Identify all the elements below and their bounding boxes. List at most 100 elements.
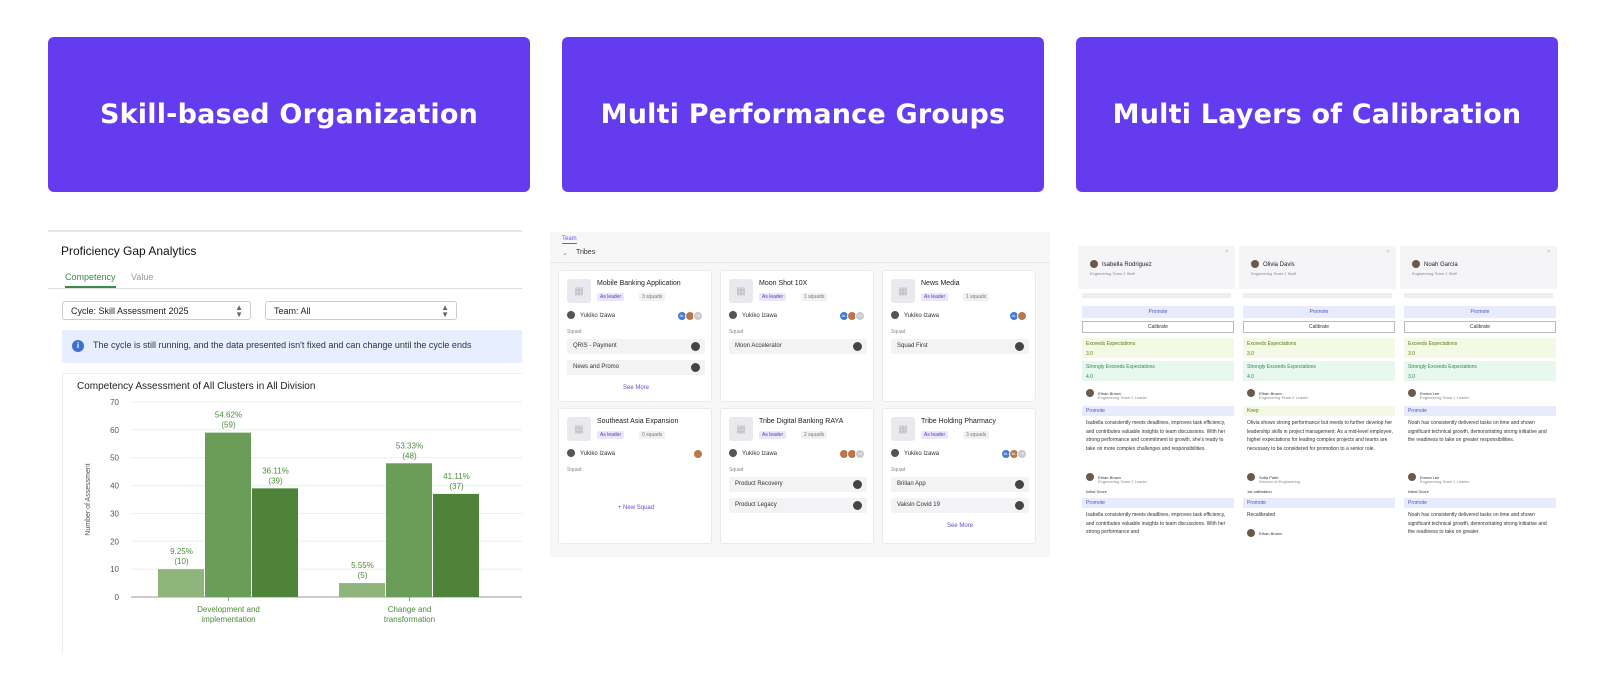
- tribe-name: Mobile Banking Application: [597, 280, 681, 287]
- team-select-value: Team: All: [274, 306, 311, 316]
- banner-skill-based: Skill-based Organization: [48, 37, 530, 192]
- new-squad-button[interactable]: + New Squad: [559, 505, 713, 511]
- score-exceeds: Exceeds Expectations 3.0: [1082, 338, 1234, 358]
- squad-item[interactable]: Product Legacy: [729, 498, 867, 513]
- avatar: [853, 501, 862, 510]
- cycle-select[interactable]: Cycle: Skill Assessment 2025 ▲ ▼: [62, 301, 251, 320]
- avatar: +2: [855, 311, 865, 321]
- squad-label: Squad: [891, 329, 906, 335]
- member-avatars: AL +6: [677, 311, 703, 321]
- tribe-logo-icon: ▦: [729, 417, 753, 441]
- review-text: Olivia shows strong performance but need…: [1247, 420, 1393, 452]
- proficiency-gap-panel: Proficiency Gap Analytics Competency Val…: [48, 230, 522, 654]
- team-select[interactable]: Team: All ▲ ▼: [265, 301, 457, 320]
- divider: [1082, 293, 1231, 298]
- leader-badge: As leader: [759, 293, 787, 301]
- squad-name: News and Promo: [573, 364, 620, 370]
- reviewer: Ethan Brown Engineering Team 2 Leader: [1086, 473, 1147, 484]
- squad-item[interactable]: Squad First: [891, 339, 1029, 354]
- squad-item[interactable]: Brilian App: [891, 477, 1029, 492]
- score-value: 3.0: [1408, 374, 1415, 380]
- promote-button[interactable]: Promote: [1082, 306, 1234, 318]
- y-tick-label: 10: [110, 565, 119, 574]
- y-axis-label: Number of Assessment: [85, 463, 92, 535]
- squad-count-badge: 3 squads: [963, 431, 990, 439]
- data-label: (5): [358, 571, 368, 580]
- close-icon[interactable]: ✕: [1547, 249, 1551, 255]
- alert-text: The cycle is still running, and the data…: [93, 340, 472, 350]
- tab-value[interactable]: Value: [131, 272, 153, 282]
- calibrate-button[interactable]: Calibrate: [1243, 321, 1395, 333]
- tribe-card[interactable]: ▦ Tribe Holding Pharmacy As leader 3 squads…: [882, 408, 1036, 544]
- squad-item[interactable]: News and Promo: [567, 360, 705, 375]
- squad-label: Squad: [891, 467, 906, 473]
- reviewer: Sofia Patel Director of Engineering: [1247, 473, 1300, 484]
- promote-button[interactable]: Promote: [1243, 306, 1395, 318]
- banner-multi-performance: Multi Performance Groups: [562, 37, 1044, 192]
- tab-competency[interactable]: Competency: [65, 272, 116, 288]
- see-more-link[interactable]: See More: [883, 523, 1037, 529]
- avatar: +4: [855, 449, 865, 459]
- squad-count-badge: 0 squads: [639, 431, 666, 439]
- tribe-card[interactable]: ▦ Mobile Banking Application As leader 3 sq…: [558, 270, 712, 402]
- squad-item[interactable]: Product Recovery: [729, 477, 867, 492]
- leader-badge: As leader: [597, 431, 625, 439]
- tribes-section-header[interactable]: ⌄ Tribes: [550, 246, 1050, 263]
- x-tick-label: Development and: [197, 605, 260, 614]
- avatar: [1015, 480, 1024, 489]
- tribe-card[interactable]: ▦ Southeast Asia Expansion As leader 0 squa…: [558, 408, 712, 544]
- reviewer-name: Ethan Brown: [1259, 531, 1282, 536]
- close-icon[interactable]: ✕: [1386, 249, 1390, 255]
- recommendation-badge: Promote: [1082, 406, 1234, 416]
- employee-role: Engineering Team 1 Staff: [1412, 271, 1457, 276]
- tribe-card[interactable]: ▦ Tribe Digital Banking RAYA As leader 2 sq…: [720, 408, 874, 544]
- reviewer-role: Engineering Team 2 Leader: [1098, 479, 1148, 484]
- score-value: 3.0: [1247, 351, 1254, 357]
- data-label: 36.11%: [262, 466, 289, 475]
- member-avatars: +4: [839, 449, 865, 459]
- y-tick-label: 50: [110, 454, 119, 463]
- leader-badge: As leader: [759, 431, 787, 439]
- score-label: Strongly Exceeds Expectations: [1086, 364, 1155, 370]
- promote-button[interactable]: Promote: [1404, 306, 1556, 318]
- tribe-name: Tribe Digital Banking RAYA: [759, 418, 844, 425]
- squad-item[interactable]: Moon Accelerator: [729, 339, 867, 354]
- squad-name: Moon Accelerator: [735, 343, 782, 349]
- recommendation-badge: Promote: [1243, 498, 1395, 508]
- squad-item[interactable]: QRIS - Payment: [567, 339, 705, 354]
- squad-count-badge: 2 squads: [801, 431, 828, 439]
- tribe-card[interactable]: ▦ News Media As leader 1 squads Yukiko Izawa…: [882, 270, 1036, 402]
- leader-name: Yukiko Izawa: [891, 449, 939, 457]
- leader-name: Yukiko Izawa: [567, 449, 615, 457]
- employee-role: Engineering Team 1 Staff: [1251, 271, 1296, 276]
- reviewer-role: Engineering Team 1 Leader: [1420, 395, 1470, 400]
- tribe-name: Southeast Asia Expansion: [597, 418, 679, 425]
- data-label: 41.11%: [443, 472, 470, 481]
- tab-team[interactable]: Team: [562, 236, 577, 244]
- info-alert: i The cycle is still running, and the da…: [62, 330, 522, 363]
- tribe-name: Moon Shot 10X: [759, 280, 808, 287]
- close-icon[interactable]: ✕: [1225, 249, 1229, 255]
- recommendation-badge: Promote: [1404, 406, 1556, 416]
- reviewer-role: Engineering Team 1 Leader: [1420, 479, 1470, 484]
- tribe-card[interactable]: ▦ Moon Shot 10X As leader 1 squads Yukiko Iz…: [720, 270, 874, 402]
- squad-name: Brilian App: [897, 481, 926, 487]
- reviewer-role: Engineering Team 2 Leader: [1098, 395, 1148, 400]
- calibrate-button[interactable]: Calibrate: [1082, 321, 1234, 333]
- reviewer-role: Engineering Team 2 Leader: [1259, 395, 1309, 400]
- y-tick-label: 70: [110, 398, 119, 407]
- calibration-stage-label: Initial Score: [1408, 489, 1429, 494]
- squad-item[interactable]: Vaksin Covid 19: [891, 498, 1029, 513]
- score-value: 4.0: [1247, 374, 1254, 380]
- recommendation-badge: Keep: [1243, 406, 1395, 416]
- score-label: Exceeds Expectations: [1247, 341, 1297, 347]
- calibration-column: Isabella Rodriguez Engineering Team 2 Sta…: [1078, 246, 1235, 541]
- leader-name: Yukiko Izawa: [729, 449, 777, 457]
- tab-bar: Competency Value: [48, 268, 522, 289]
- squad-count-badge: 1 squads: [963, 293, 990, 301]
- section-title: Tribes: [576, 249, 596, 256]
- calibrate-button[interactable]: Calibrate: [1404, 321, 1556, 333]
- see-more-link[interactable]: See More: [559, 385, 713, 391]
- squad-label: Squad: [567, 329, 582, 335]
- x-tick-label: Change and: [388, 605, 432, 614]
